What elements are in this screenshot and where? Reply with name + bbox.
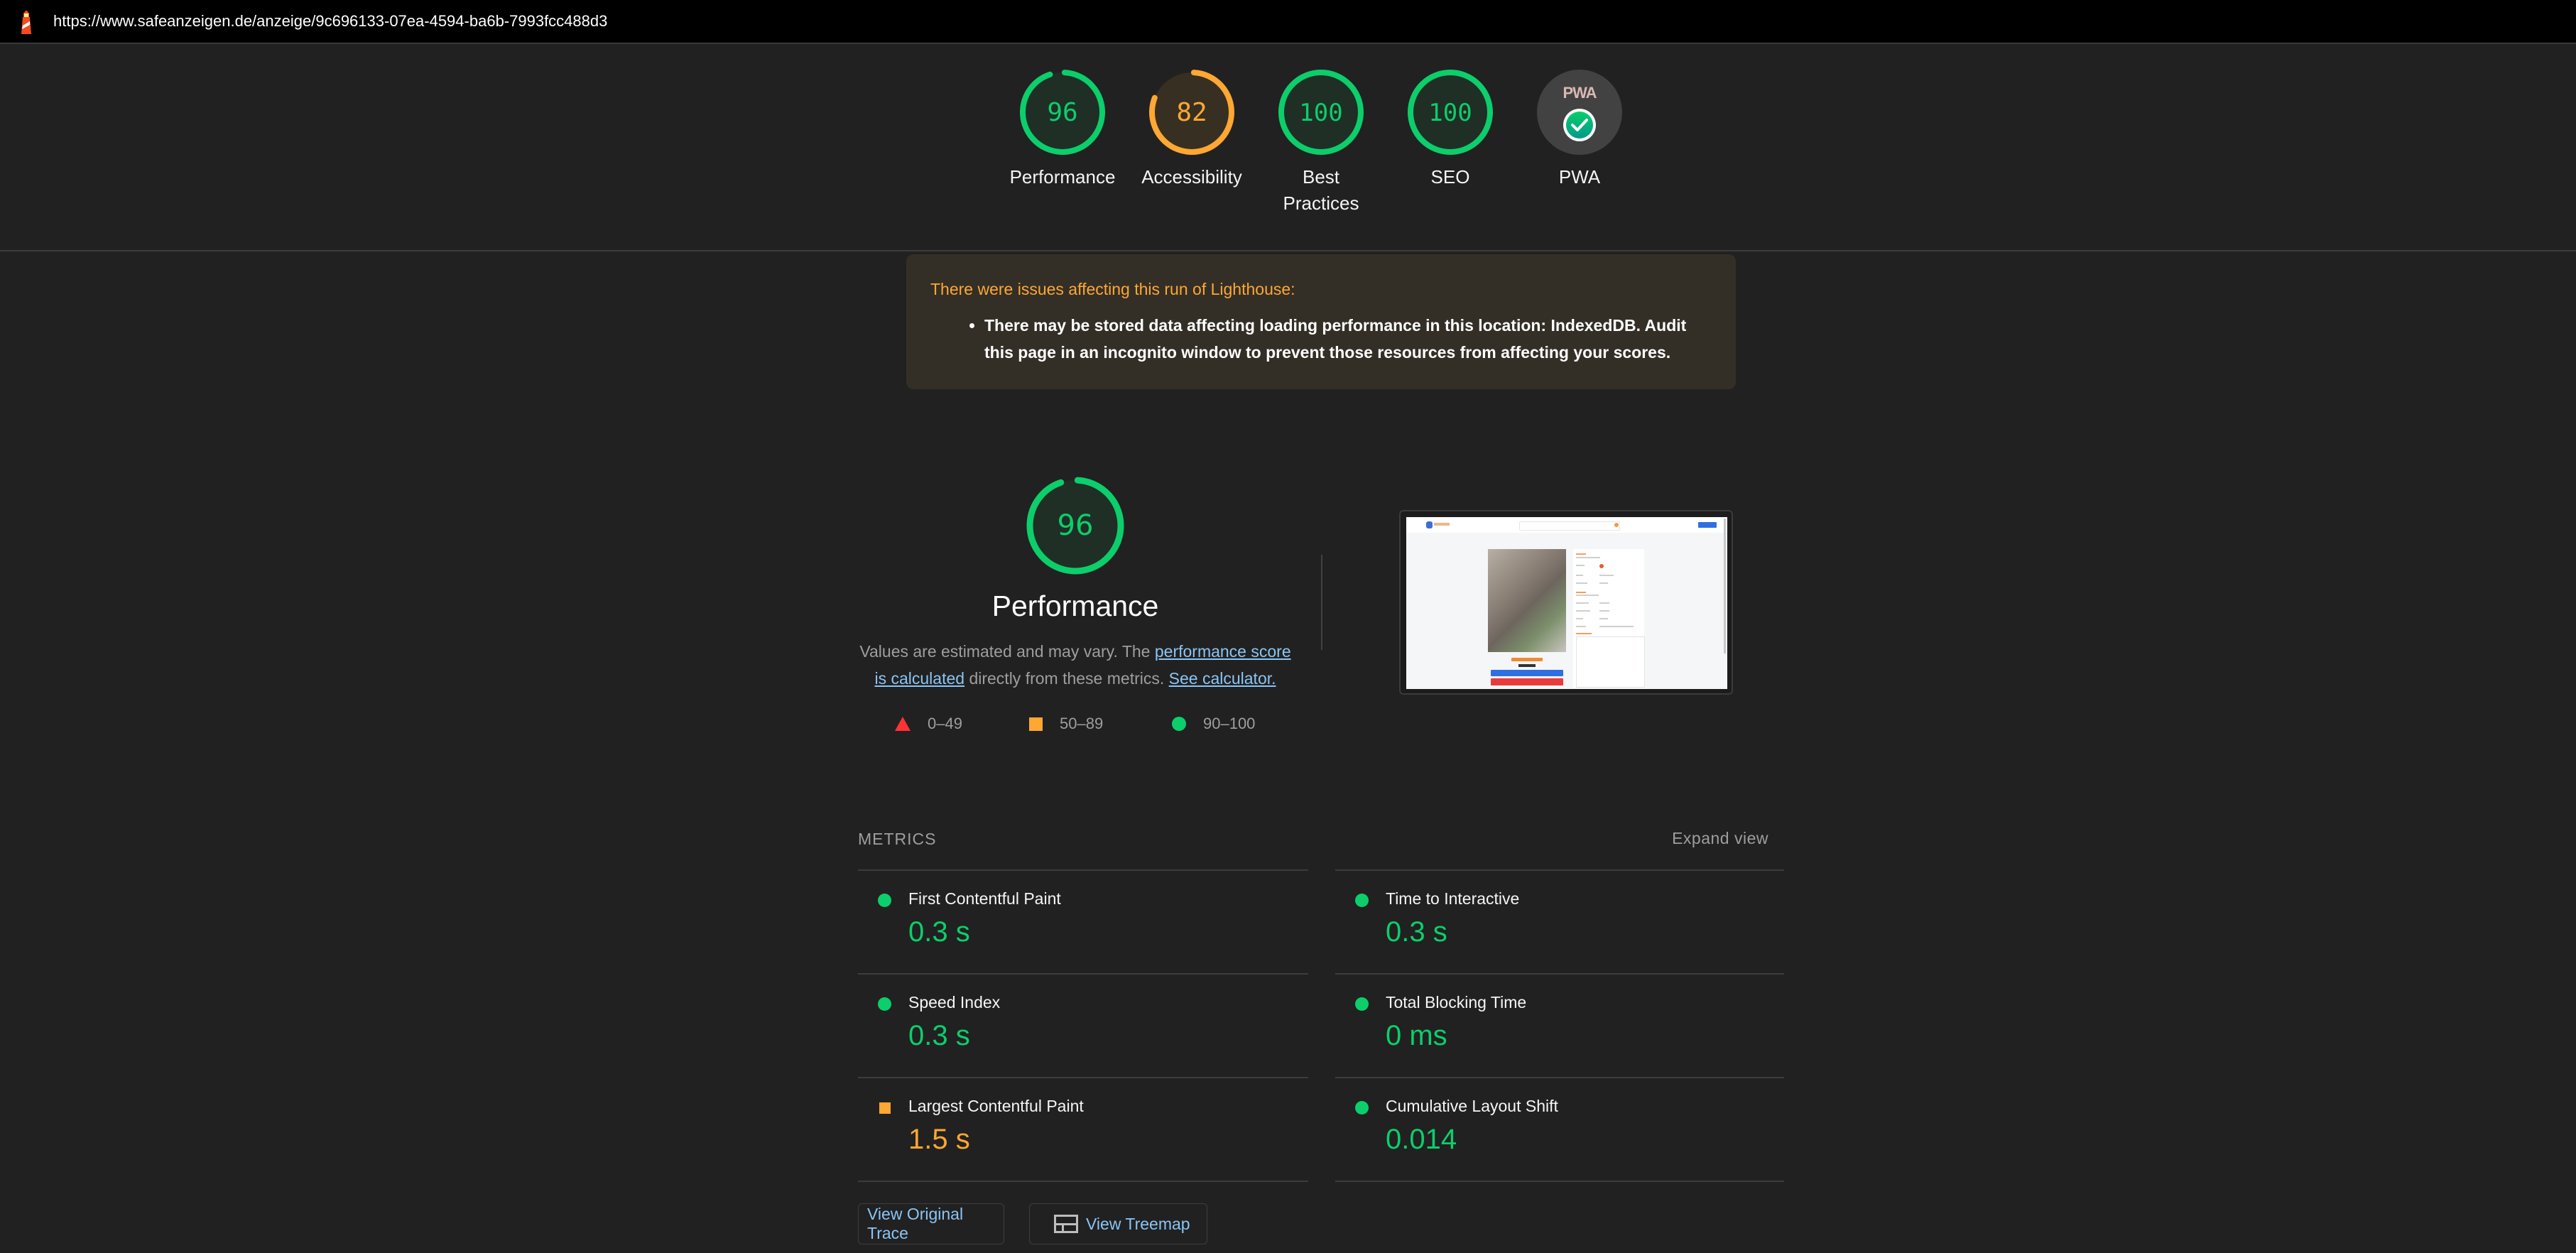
warnings-list: There may be stored data affecting loadi… [930, 312, 1736, 366]
metric-value: 0.3 s [908, 916, 970, 948]
pwa-logo-text: PWA [1563, 84, 1597, 102]
gauge-seo-score: 100 [1428, 99, 1472, 127]
legend-average-label: 50–89 [1060, 715, 1104, 732]
gauge-accessibility-arc: 82 [1149, 70, 1234, 155]
thumb-search [1519, 521, 1620, 531]
metric-time-to-interactive: Time to Interactive 0.3 s [1335, 869, 1784, 973]
metric-label: Time to Interactive [1386, 889, 1520, 908]
view-treemap-label: View Treemap [1086, 1214, 1190, 1233]
pass-circle-icon [878, 997, 891, 1011]
thumb-logo-text [1434, 523, 1450, 526]
thumb-scrollbar [1724, 519, 1726, 653]
pwa-check-icon [1563, 109, 1596, 141]
gauge-best-practices-arc: 100 [1278, 70, 1364, 155]
gauge-accessibility-score: 82 [1176, 98, 1207, 127]
pass-circle-icon [1355, 1101, 1369, 1114]
metric-value: 0 ms [1386, 1020, 1447, 1051]
metric-cumulative-layout-shift: Cumulative Layout Shift 0.014 [1335, 1077, 1784, 1182]
performance-score: 96 [1058, 509, 1094, 542]
metric-total-blocking-time: Total Blocking Time 0 ms [1335, 973, 1784, 1077]
metrics-column-left: First Contentful Paint 0.3 s Speed Index… [858, 869, 1308, 1182]
legend-pass: 90–100 [1172, 715, 1255, 733]
circle-icon [1172, 717, 1186, 731]
thumb-listing-photo [1488, 549, 1566, 652]
warnings-title: There were issues affecting this run of … [930, 280, 1295, 298]
metric-value: 0.3 s [1386, 916, 1447, 948]
thumb-cta-button [1698, 522, 1717, 528]
view-treemap-button[interactable]: View Treemap [1029, 1203, 1207, 1244]
vertical-divider [1321, 555, 1322, 650]
top-bar: https://www.safeanzeigen.de/anzeige/9c69… [0, 0, 2576, 44]
thumb-listing-title [1511, 658, 1543, 661]
metric-label: Speed Index [908, 993, 1001, 1011]
thumb-primary-button [1491, 670, 1563, 676]
gauge-seo-label: SEO [1430, 166, 1470, 188]
screenshot-image [1406, 517, 1727, 689]
desc-prefix: Values are estimated and may vary. The [859, 642, 1155, 661]
metric-speed-index: Speed Index 0.3 s [858, 973, 1308, 1077]
gauge-accessibility[interactable]: 82 Accessibility [1128, 69, 1256, 190]
performance-gauge: 96 [1026, 477, 1124, 575]
legend-fail-label: 0–49 [928, 715, 962, 732]
category-gauges: 96 Performance 82 Accessibility 100 Best… [0, 69, 2576, 232]
gauge-accessibility-label: Accessibility [1141, 166, 1242, 188]
desc-middle: directly from these metrics. [964, 669, 1169, 688]
gauge-seo-arc: 100 [1408, 70, 1493, 155]
metric-label: First Contentful Paint [908, 889, 1061, 908]
pass-circle-icon [1355, 894, 1369, 907]
thumb-logo [1426, 521, 1433, 528]
gauge-best-practices-score: 100 [1299, 99, 1342, 127]
toplevel-warnings: There were issues affecting this run of … [906, 254, 1736, 389]
metric-value: 0.014 [1386, 1124, 1457, 1155]
view-original-trace-label: View Original Trace [867, 1205, 964, 1242]
metrics-header: METRICS [858, 830, 937, 848]
gauge-seo[interactable]: 100 SEO [1386, 69, 1514, 190]
gauge-best-practices[interactable]: 100 Best Practices [1257, 69, 1385, 217]
legend-average: 50–89 [1029, 715, 1103, 733]
square-icon [1029, 717, 1043, 731]
metric-largest-contentful-paint: Largest Contentful Paint 1.5 s [858, 1077, 1308, 1182]
score-scale-legend: 0–49 50–89 90–100 [881, 715, 1278, 736]
see-calculator-link[interactable]: See calculator. [1169, 669, 1276, 688]
gauge-pwa-label: PWA [1558, 166, 1601, 188]
thumb-listing-price [1518, 664, 1536, 667]
thumb-search-button [1614, 523, 1619, 527]
metric-label: Largest Contentful Paint [908, 1097, 1084, 1115]
metric-value: 1.5 s [908, 1124, 970, 1155]
metric-first-contentful-paint: First Contentful Paint 0.3 s [858, 869, 1308, 973]
gauge-performance-arc: 96 [1020, 70, 1105, 155]
treemap-icon [1054, 1215, 1078, 1233]
warning-item: There may be stored data affecting loadi… [984, 312, 1702, 366]
gauge-pwa[interactable]: PWA PWA [1516, 69, 1643, 190]
metrics-column-right: Time to Interactive 0.3 s Total Blocking… [1335, 869, 1784, 1182]
gauge-performance-score: 96 [1047, 98, 1077, 127]
average-square-icon [879, 1102, 891, 1114]
lighthouse-icon [21, 11, 31, 34]
final-screenshot[interactable] [1399, 510, 1733, 695]
gauge-best-practices-label: Best Practices [1283, 166, 1359, 214]
performance-title: Performance [991, 590, 1159, 622]
legend-fail: 0–49 [895, 715, 962, 733]
legend-pass-label: 90–100 [1203, 715, 1256, 732]
metric-label: Cumulative Layout Shift [1386, 1097, 1558, 1115]
expand-view-toggle[interactable]: Expand view [1641, 829, 1768, 848]
metric-label: Total Blocking Time [1386, 993, 1527, 1011]
gauge-performance[interactable]: 96 Performance [999, 69, 1126, 190]
pass-circle-icon [1355, 997, 1369, 1011]
triangle-icon [895, 717, 911, 731]
metric-value: 0.3 s [908, 1020, 970, 1051]
gauge-performance-label: Performance [1009, 166, 1116, 188]
thumb-secondary-button [1491, 678, 1563, 685]
thumb-site-header [1406, 517, 1727, 533]
report-url[interactable]: https://www.safeanzeigen.de/anzeige/9c69… [53, 12, 607, 31]
pwa-badge: PWA [1537, 70, 1622, 155]
thumb-description-box [1576, 636, 1645, 688]
pass-circle-icon [878, 894, 891, 907]
header-separator [0, 250, 2576, 251]
performance-description: Values are estimated and may vary. The p… [858, 638, 1293, 692]
view-original-trace-button[interactable]: View Original Trace [858, 1203, 1004, 1244]
